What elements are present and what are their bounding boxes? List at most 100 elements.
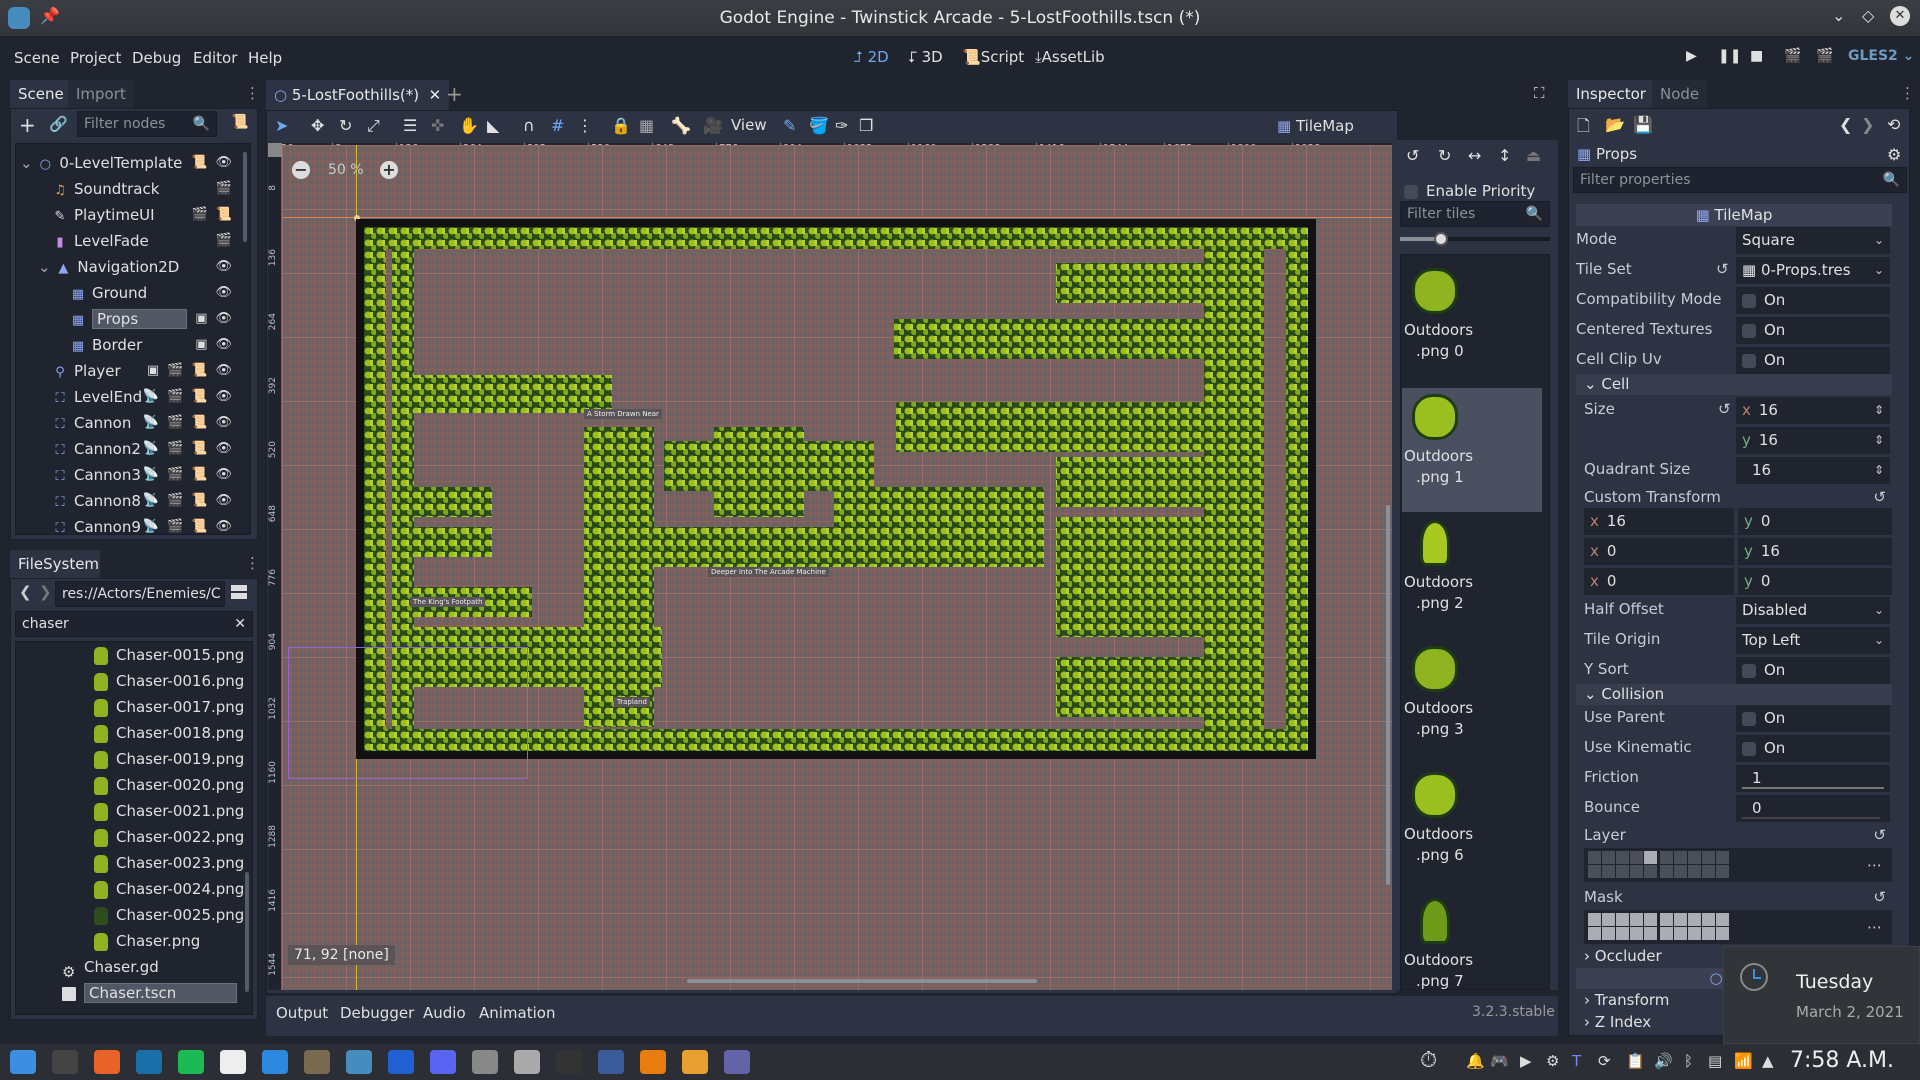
layer-bit[interactable] — [1616, 913, 1629, 926]
layer-bit[interactable] — [1588, 927, 1601, 940]
chevron-down-icon[interactable]: ⌄ — [20, 154, 37, 172]
history-back-icon[interactable]: ❮ — [1839, 115, 1852, 134]
file-item[interactable]: Chaser-0025.png — [94, 902, 244, 928]
workspace-3d[interactable]: ⮦ 3D — [908, 48, 943, 66]
scene-icon[interactable]: 🎬 — [167, 363, 191, 378]
history-forward-icon[interactable]: ❯ — [1861, 115, 1874, 134]
tab-filesystem[interactable]: FileSystem — [10, 550, 100, 578]
camera-override-icon[interactable]: 🎥 — [703, 116, 723, 135]
file-item[interactable]: Chaser-0017.png — [94, 694, 244, 720]
canvas-viewport[interactable]: − 50 % + A Storm Drawn Near The King's Fo… — [282, 145, 1392, 990]
layer-bit[interactable] — [1588, 851, 1601, 864]
scene-icon[interactable]: 🎬 — [216, 181, 240, 196]
filter-nodes-input[interactable]: Filter nodes 🔍 — [77, 111, 217, 137]
path-input[interactable]: res://Actors/Enemies/C — [55, 581, 225, 607]
discord-tray-icon[interactable]: 🎮 — [1490, 1052, 1509, 1070]
media-icon[interactable]: ▶ — [1520, 1052, 1532, 1070]
script-icon[interactable]: 📜 — [191, 493, 215, 508]
scene-tree-node[interactable]: ⛶ Cannon3 📡🎬📜👁 — [20, 462, 240, 488]
workspace-assetlib[interactable]: ⤓AssetLib — [1035, 48, 1105, 66]
scene-tree-node[interactable]: ▦ Props ▣👁 — [20, 306, 240, 332]
scene-tree-node[interactable]: ⛶ Cannon 📡🎬📜👁 — [20, 410, 240, 436]
paint-tile-icon[interactable]: ✎ — [783, 116, 796, 135]
terminal-icon[interactable] — [52, 1050, 78, 1074]
tile-item[interactable]: Outdoors .png 3 — [1402, 640, 1542, 764]
file-item[interactable]: Chaser-0018.png — [94, 720, 244, 746]
calendar-notification[interactable]: Tuesday March 2, 2021 — [1723, 946, 1920, 1044]
file-item[interactable]: Chaser-0015.png — [94, 642, 244, 668]
layer-bit[interactable] — [1602, 927, 1615, 940]
smart-snap-icon[interactable]: ∩ — [523, 116, 535, 135]
scene-icon[interactable]: 🎬 — [167, 441, 191, 456]
file-item[interactable]: Chaser-0021.png — [94, 798, 244, 824]
signal-icon[interactable]: 📡 — [143, 467, 167, 482]
layer-bit[interactable] — [1644, 913, 1657, 926]
script-icon[interactable]: 📜 — [191, 467, 215, 482]
clipboard-icon[interactable]: 📋 — [1626, 1052, 1645, 1070]
script-icon[interactable]: 📜 — [191, 441, 215, 456]
scene-icon[interactable]: 🎬 — [167, 415, 191, 430]
group-icon[interactable]: ▣ — [195, 337, 215, 352]
menu-project[interactable]: Project — [70, 49, 121, 67]
scene-icon[interactable]: 🎬 — [192, 207, 216, 222]
ruler-mode-icon[interactable]: ◣ — [487, 116, 499, 135]
list-select-icon[interactable]: ☰ — [403, 116, 417, 135]
tile-item[interactable]: Outdoors .png 6 — [1402, 766, 1542, 890]
file-item[interactable]: ⚙ Chaser.gd — [62, 954, 159, 981]
text-editor-icon[interactable] — [514, 1050, 540, 1074]
history-icon[interactable]: ⟲ — [1887, 115, 1900, 134]
kdenlive-icon[interactable] — [598, 1050, 624, 1074]
tab-audio[interactable]: Audio — [423, 1004, 466, 1022]
tile-item[interactable]: Outdoors .png 2 — [1402, 514, 1542, 638]
file-item[interactable]: Chaser-0019.png — [94, 746, 244, 772]
script-icon[interactable]: 📜 — [191, 415, 215, 430]
file-item[interactable]: Chaser-0016.png — [94, 668, 244, 694]
scene-tree-node[interactable]: ▦ Ground 👁 — [20, 280, 240, 306]
file-search-input[interactable]: chaser ✕ — [15, 611, 253, 637]
menu-help[interactable]: Help — [248, 49, 282, 67]
cell-clip-uv-checkbox[interactable]: On — [1736, 347, 1890, 374]
scene-icon[interactable]: 🎬 — [167, 389, 191, 404]
select-mode-icon[interactable]: ➤ — [275, 116, 288, 135]
scene-icon[interactable]: 🎬 — [167, 467, 191, 482]
scene-tree-node[interactable]: ⚲ Player ▣🎬📜👁 — [20, 358, 240, 384]
layer-bit[interactable] — [1702, 927, 1715, 940]
scene-tree-node[interactable]: ⛶ LevelEnd 📡🎬📜👁 — [20, 384, 240, 410]
scene-tree-node[interactable]: ⛶ Cannon2 📡🎬📜👁 — [20, 436, 240, 462]
script-icon[interactable]: 📜 — [191, 389, 215, 404]
layer-bit[interactable] — [1702, 913, 1715, 926]
clear-transform-icon[interactable]: ⏏ — [1526, 146, 1541, 165]
tile-size-slider[interactable] — [1400, 232, 1550, 246]
group-icon[interactable]: ▣ — [195, 311, 215, 326]
firefox-icon[interactable] — [94, 1050, 120, 1074]
marble-icon[interactable] — [682, 1050, 708, 1074]
mask-bits[interactable]: ⋯ — [1584, 910, 1892, 944]
transform-y-input[interactable]: y0 — [1738, 508, 1892, 535]
visible-icon[interactable]: 👁 — [215, 467, 240, 482]
scene-tree-node[interactable]: ▮ LevelFade 🎬 — [20, 228, 240, 254]
layer-bit[interactable] — [1630, 851, 1643, 864]
visible-icon[interactable]: 👁 — [215, 389, 240, 404]
new-tab-icon[interactable]: + — [446, 82, 463, 106]
mode-select[interactable]: Square ⌄ — [1736, 227, 1890, 254]
rotate-mode-icon[interactable]: ↻ — [339, 116, 352, 135]
layer-bit[interactable] — [1674, 851, 1687, 864]
section-collision[interactable]: ⌄ Collision — [1576, 684, 1892, 705]
layer-bit[interactable] — [1660, 851, 1673, 864]
transform-y-input[interactable]: y0 — [1738, 568, 1892, 595]
layer-bit[interactable] — [1644, 851, 1657, 864]
enable-priority-toggle[interactable]: Enable Priority — [1404, 182, 1535, 200]
layer-bit[interactable] — [1630, 913, 1643, 926]
forward-icon[interactable]: ❯ — [39, 583, 52, 601]
pivot-mode-icon[interactable]: ✜ — [431, 116, 444, 135]
clear-icon[interactable]: ✕ — [234, 612, 246, 636]
file-item[interactable]: Chaser-0023.png — [94, 850, 244, 876]
audio-app-icon[interactable] — [388, 1050, 414, 1074]
rotate-left-icon[interactable]: ↺ — [1406, 146, 1419, 165]
rotate-right-icon[interactable]: ↻ — [1438, 146, 1451, 165]
layer-bit[interactable] — [1602, 865, 1615, 878]
back-icon[interactable]: ❮ — [19, 583, 32, 601]
workspace-2d[interactable]: ⮥ 2D — [854, 48, 889, 66]
tab-import[interactable]: Import — [68, 80, 134, 108]
layer-bit[interactable] — [1660, 913, 1673, 926]
